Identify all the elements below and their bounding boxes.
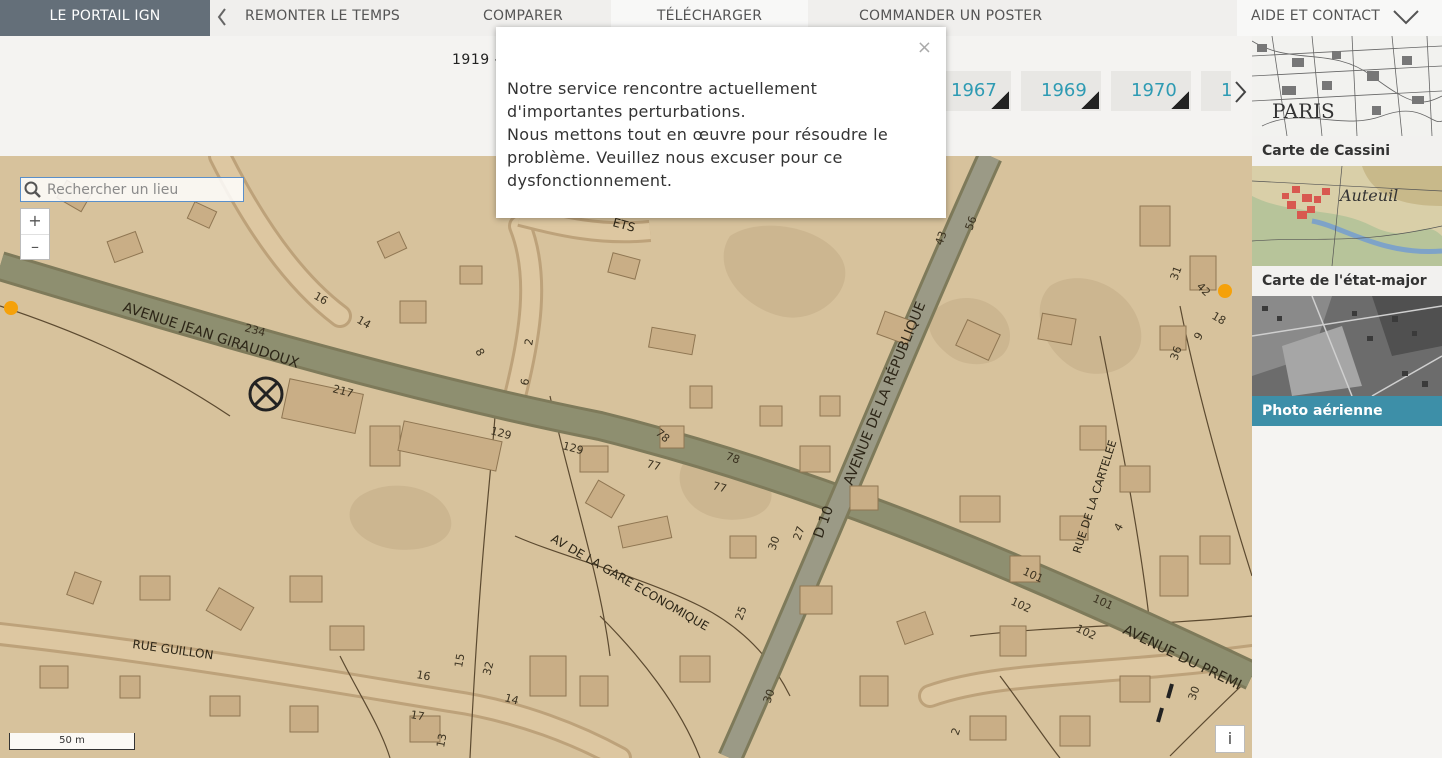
house-number-label: 25 bbox=[733, 604, 750, 622]
popup-message: Notre service rencontre actuellement d'i… bbox=[507, 77, 927, 192]
nav-remonter-le-temps[interactable]: REMONTER LE TEMPS bbox=[245, 0, 400, 36]
nav-portail-ign[interactable]: LE PORTAIL IGN bbox=[0, 0, 210, 36]
house-number-label: 18 bbox=[1210, 309, 1229, 327]
house-number-label: 27 bbox=[791, 524, 808, 542]
close-icon[interactable]: × bbox=[917, 39, 932, 57]
aerial-photo-thumbnail bbox=[1252, 296, 1442, 396]
house-number-label: 14 bbox=[355, 313, 374, 331]
year-range-label: 1919 - bbox=[452, 52, 501, 68]
year-tab-label: 1970 bbox=[1131, 80, 1177, 101]
info-button[interactable]: i bbox=[1215, 725, 1245, 753]
house-number-label: 102 bbox=[1009, 595, 1034, 616]
map-canvas[interactable]: AVENUE JEAN GIRAUDOUX AVENUE DE LA RÉPUB… bbox=[0, 156, 1252, 758]
zoom-out-button[interactable]: – bbox=[21, 234, 49, 259]
corner-icon bbox=[1171, 91, 1189, 109]
house-number-label: 9 bbox=[1191, 330, 1206, 343]
house-number-label: 17 bbox=[409, 708, 425, 723]
corner-icon bbox=[1081, 91, 1099, 109]
layer-card-photo-aerienne[interactable]: Photo aérienne bbox=[1252, 296, 1442, 426]
year-tab-next-partial[interactable]: 1 bbox=[1201, 71, 1231, 111]
year-tab-1969[interactable]: 1969 bbox=[1021, 71, 1101, 111]
chevron-down-icon bbox=[1393, 10, 1419, 25]
house-number-label: 102 bbox=[1074, 622, 1099, 643]
chevron-left-icon[interactable] bbox=[212, 0, 232, 36]
corner-icon bbox=[991, 91, 1009, 109]
cassini-thumbnail: PARIS bbox=[1252, 36, 1442, 136]
chevron-right-icon[interactable] bbox=[1232, 80, 1248, 108]
year-tab-label: 1 bbox=[1221, 80, 1231, 101]
house-number-label: 13 bbox=[434, 732, 449, 748]
house-number-label: 4 bbox=[1111, 521, 1126, 534]
house-number-label: 15 bbox=[452, 652, 467, 668]
etat-major-thumb-text: Auteuil bbox=[1338, 186, 1398, 205]
service-disruption-popup: × Notre service rencontre actuellement d… bbox=[496, 27, 946, 218]
layer-label-cassini: Carte de Cassini bbox=[1252, 136, 1442, 166]
crosshair-marker-icon bbox=[248, 376, 284, 412]
nav-aide-contact[interactable]: AIDE ET CONTACT bbox=[1237, 0, 1442, 36]
layer-card-etat-major[interactable]: Auteuil Carte de l'état-major bbox=[1252, 166, 1442, 296]
search-input[interactable] bbox=[47, 179, 237, 200]
map-marker bbox=[1218, 284, 1232, 298]
street-label-rue-cartelee: RUE DE LA CARTELEE bbox=[1070, 438, 1119, 554]
map-marker bbox=[4, 301, 18, 315]
zoom-control: + – bbox=[20, 208, 50, 260]
layer-panel: PARIS Carte de Cassini Auteuil Carte de … bbox=[1252, 36, 1442, 758]
house-number-label: 77 bbox=[645, 457, 662, 473]
popup-message-line1: Notre service rencontre actuellement d'i… bbox=[507, 79, 818, 121]
year-tab-label: 1967 bbox=[951, 80, 997, 101]
map-drawing: AVENUE JEAN GIRAUDOUX AVENUE DE LA RÉPUB… bbox=[0, 156, 1252, 758]
cassini-thumb-text: PARIS bbox=[1272, 99, 1335, 123]
scale-bar: 50 m bbox=[9, 733, 135, 750]
house-number-label: 30 bbox=[766, 534, 783, 552]
layer-label-etat-major: Carte de l'état-major bbox=[1252, 266, 1442, 296]
house-number-label: 8 bbox=[472, 346, 487, 359]
zoom-in-button[interactable]: + bbox=[21, 209, 49, 234]
search-icon[interactable] bbox=[24, 181, 42, 203]
year-tab-1970[interactable]: 1970 bbox=[1111, 71, 1191, 111]
house-number-label: 30 bbox=[1186, 684, 1203, 702]
etat-major-thumbnail: Auteuil bbox=[1252, 166, 1442, 266]
layer-label-photo-aerienne: Photo aérienne bbox=[1252, 396, 1442, 426]
house-number-label: 16 bbox=[415, 668, 431, 683]
year-tab-label: 1969 bbox=[1041, 80, 1087, 101]
layer-card-cassini[interactable]: PARIS Carte de Cassini bbox=[1252, 36, 1442, 166]
house-number-label: 32 bbox=[480, 660, 496, 677]
search-box[interactable] bbox=[20, 177, 244, 202]
house-number-label: 31 bbox=[1168, 264, 1185, 282]
nav-aide-label: AIDE ET CONTACT bbox=[1251, 8, 1381, 24]
house-number-label: 2 bbox=[949, 726, 964, 737]
popup-message-line2: Nous mettons tout en œuvre pour résoudre… bbox=[507, 125, 889, 190]
